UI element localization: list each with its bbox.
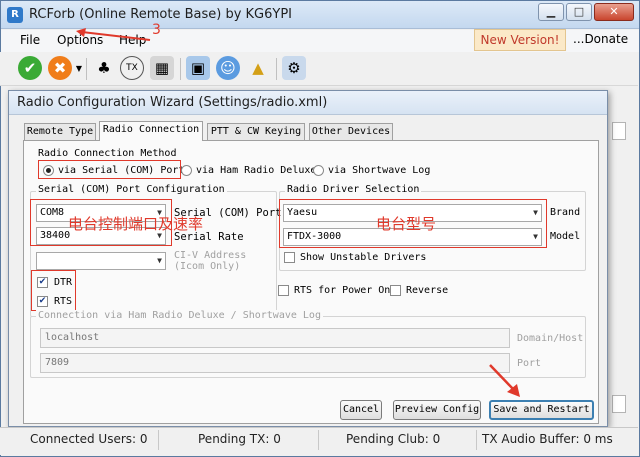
status-connected-users: Connected Users: 0 [30, 432, 148, 446]
annotation-port-speed: 电台控制端口及速率 [68, 215, 204, 233]
rts-power-label: RTS for Power On [294, 285, 391, 296]
radio-ham-radio-deluxe-label: via Ham Radio Deluxe [196, 165, 317, 176]
highlight-serial-option [38, 160, 181, 179]
rts-power-checkbox[interactable] [278, 285, 289, 296]
new-version-button[interactable]: New Version! [474, 29, 566, 51]
brand-label: Brand [550, 207, 581, 218]
unstable-drivers-checkbox[interactable] [284, 252, 295, 263]
annotation-step-3: 3 [152, 22, 161, 38]
tab-ptt-cw-keying[interactable]: PTT & CW Keying [207, 123, 305, 140]
disconnect-icon[interactable]: ✖ [48, 56, 72, 80]
minimize-button[interactable]: ▁ [538, 3, 564, 21]
highlight-dtr-rts [31, 270, 76, 311]
civ-address-select[interactable]: ▼ [36, 252, 166, 270]
title-bar: R RCForb (Online Remote Base) by KG6YPI … [1, 1, 639, 29]
status-pending-club: Pending Club: 0 [346, 432, 441, 446]
dropdown-arrow-icon[interactable]: ▼ [74, 56, 84, 80]
hrd-connection-label: Connection via Ham Radio Deluxe / Shortw… [36, 310, 323, 321]
background-control [612, 395, 626, 413]
civ-icom-only-label: (Icom Only) [174, 261, 241, 272]
radio-shortwave-log-label: via Shortwave Log [328, 165, 431, 176]
tx-icon[interactable]: TX [120, 56, 144, 80]
status-divider [476, 430, 477, 450]
status-pending-tx: Pending TX: 0 [198, 432, 281, 446]
tab-other-devices[interactable]: Other Devices [309, 123, 393, 140]
computers-icon[interactable]: ▣ [186, 56, 210, 80]
maximize-button[interactable]: □ [566, 3, 592, 21]
driver-selection-label: Radio Driver Selection [285, 184, 422, 195]
annotation-arrow-options [76, 28, 151, 41]
cancel-button[interactable]: Cancel [340, 400, 382, 420]
status-tx-audio-buffer: TX Audio Buffer: 0 ms [482, 432, 613, 446]
preview-config-button[interactable]: Preview Config [393, 400, 481, 420]
radio-ham-radio-deluxe[interactable] [181, 165, 192, 176]
tab-remote-type[interactable]: Remote Type [24, 123, 96, 140]
dialog-title-bar: Radio Configuration Wizard (Settings/rad… [9, 91, 607, 115]
unstable-drivers-label: Show Unstable Drivers [300, 252, 427, 263]
dialog-title: Radio Configuration Wizard (Settings/rad… [17, 95, 328, 110]
civ-address-label: CI-V Address [174, 250, 247, 261]
status-divider [318, 430, 319, 450]
app-icon: R [7, 7, 23, 23]
model-label: Model [550, 231, 581, 242]
toolbar-separator [86, 58, 87, 80]
toolbar-separator [276, 58, 277, 80]
serial-config-label: Serial (COM) Port Configuration [36, 184, 227, 195]
annotation-radio-model: 电台型号 [376, 215, 437, 233]
users-icon[interactable]: ☺ [216, 56, 240, 80]
connection-method-label: Radio Connection Method [38, 148, 177, 159]
club-icon[interactable]: ♣ [92, 56, 116, 80]
tab-radio-connection[interactable]: Radio Connection [99, 121, 203, 141]
host-input[interactable]: localhost [40, 328, 510, 348]
hrd-port-input[interactable]: 7809 [40, 353, 510, 373]
menu-file[interactable]: File [20, 33, 40, 47]
annotation-arrow-save [489, 364, 520, 397]
save-restart-button[interactable]: Save and Restart [489, 400, 594, 420]
reverse-label: Reverse [406, 285, 449, 296]
background-control [612, 122, 626, 140]
window-title: RCForb (Online Remote Base) by KG6YPI [29, 7, 293, 22]
lock-icon[interactable]: ▲ [246, 56, 270, 80]
settings-icon[interactable]: ⚙ [282, 56, 306, 80]
close-button[interactable]: ✕ [594, 3, 634, 21]
donate-link[interactable]: ...Donate [573, 32, 628, 46]
host-label: Domain/Host [517, 333, 584, 344]
toolbar-separator [180, 58, 181, 80]
grid-icon[interactable]: ▦ [150, 56, 174, 80]
reverse-checkbox[interactable] [390, 285, 401, 296]
radio-shortwave-log[interactable] [313, 165, 324, 176]
connect-icon[interactable]: ✔ [18, 56, 42, 80]
status-divider [158, 430, 159, 450]
